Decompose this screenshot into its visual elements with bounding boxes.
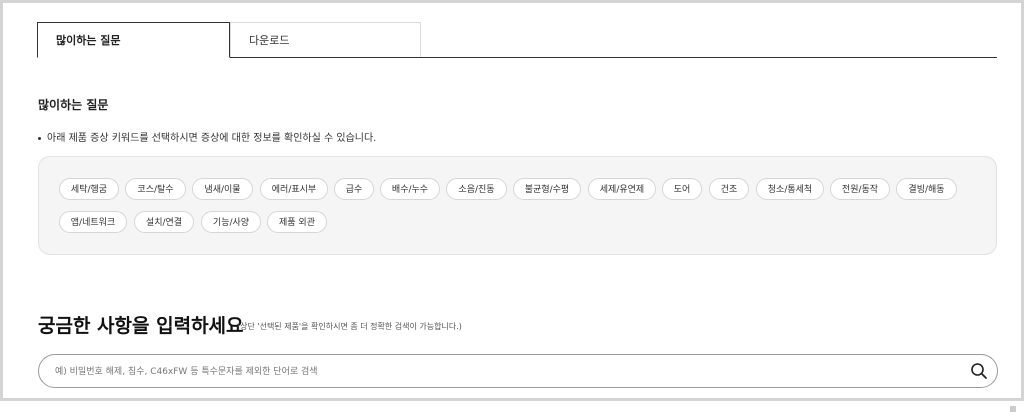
keyword-chip-feature-spec[interactable]: 기능/사양 bbox=[201, 211, 261, 233]
keyword-chip-power-operation[interactable]: 전원/동작 bbox=[830, 178, 890, 200]
keyword-chip-drain-leak[interactable]: 배수/누수 bbox=[380, 178, 440, 200]
keyword-chip-course-spin[interactable]: 코스/탈수 bbox=[125, 178, 186, 200]
search-title: 궁금한 사항을 입력하세요 bbox=[38, 315, 244, 337]
faq-panel: 많이하는 질문 다운로드 많이하는 질문 아래 제품 증상 키워드를 선택하시면… bbox=[0, 0, 1024, 401]
keyword-chip-detergent[interactable]: 세제/유연제 bbox=[588, 178, 656, 200]
keyword-chip-error-display[interactable]: 에러/표시부 bbox=[260, 178, 328, 200]
keyword-chip-noise-vibration[interactable]: 소음/진동 bbox=[446, 178, 507, 200]
tab-faq[interactable]: 많이하는 질문 bbox=[37, 22, 230, 58]
symptom-keyword-box: 세탁/헹굼 코스/탈수 냄새/이물 에러/표시부 급수 배수/누수 소음/진동 … bbox=[38, 156, 997, 255]
keyword-chip-door[interactable]: 도어 bbox=[662, 178, 702, 200]
keyword-chip-freeze-thaw[interactable]: 결빙/해동 bbox=[896, 178, 957, 200]
keyword-chip-tub-clean[interactable]: 청소/통세척 bbox=[756, 178, 824, 200]
search-note: (상단 '선택된 제품'을 확인하시면 좀 더 정확한 검색이 가능합니다.) bbox=[237, 322, 462, 331]
search-input[interactable] bbox=[53, 362, 957, 382]
keyword-chip-balance-level[interactable]: 불균형/수평 bbox=[513, 178, 581, 200]
faq-notice-text: 아래 제품 증상 키워드를 선택하시면 증상에 대한 정보를 확인하실 수 있습… bbox=[47, 133, 377, 144]
search-box bbox=[38, 354, 998, 388]
keyword-chip-dry[interactable]: 건조 bbox=[709, 178, 749, 200]
tab-bar: 많이하는 질문 다운로드 bbox=[37, 22, 997, 58]
bullet-icon bbox=[38, 136, 41, 140]
scroll-corner bbox=[1010, 406, 1016, 412]
keyword-chip-odor-debris[interactable]: 냄새/이물 bbox=[192, 178, 253, 200]
faq-notice: 아래 제품 증상 키워드를 선택하시면 증상에 대한 정보를 확인하실 수 있습… bbox=[38, 129, 376, 144]
tab-download[interactable]: 다운로드 bbox=[230, 22, 421, 57]
search-icon[interactable] bbox=[970, 362, 988, 380]
keyword-chip-exterior[interactable]: 제품 외관 bbox=[267, 211, 327, 233]
keyword-chip-wash-rinse[interactable]: 세탁/헹굼 bbox=[59, 178, 119, 200]
keyword-chip-install-connect[interactable]: 설치/연결 bbox=[134, 211, 194, 233]
keyword-chip-water-supply[interactable]: 급수 bbox=[334, 178, 374, 200]
faq-section-title: 많이하는 질문 bbox=[38, 98, 109, 112]
keyword-chip-app-network[interactable]: 앱/네트워크 bbox=[59, 211, 127, 233]
